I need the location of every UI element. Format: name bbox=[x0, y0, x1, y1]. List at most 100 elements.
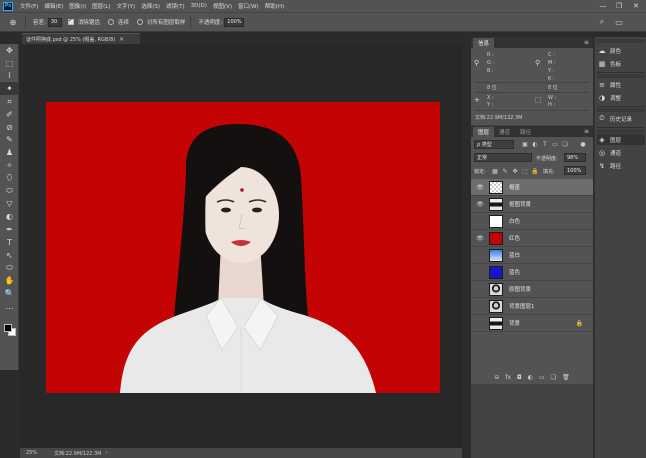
status-menu-icon[interactable]: › bbox=[105, 450, 107, 456]
tool-preset-icon[interactable]: ⊕ bbox=[4, 16, 22, 28]
healing-brush-tool-icon[interactable]: ⊘ bbox=[0, 121, 19, 134]
eye-hidden-icon[interactable] bbox=[474, 283, 486, 295]
eye-hidden-icon[interactable] bbox=[474, 215, 486, 227]
layer-row[interactable]: 👁 红色 bbox=[471, 230, 593, 247]
layer-opacity-input[interactable]: 98% bbox=[564, 153, 586, 162]
search-icon[interactable]: ⌕ bbox=[597, 17, 607, 27]
minimize-button[interactable]: — bbox=[596, 0, 610, 12]
clone-stamp-tool-icon[interactable]: ♟ bbox=[0, 146, 19, 159]
foreground-color-swatch[interactable] bbox=[4, 324, 12, 332]
filter-pixel-icon[interactable]: ▣ bbox=[521, 140, 529, 148]
add-mask-icon[interactable]: ◘ bbox=[517, 374, 522, 381]
move-tool-icon[interactable]: ✥ bbox=[0, 44, 19, 57]
dodge-tool-icon[interactable]: ◐ bbox=[0, 210, 19, 223]
eyedropper-cmyk-icon[interactable]: ⚲ bbox=[535, 59, 540, 67]
adjustment-layer-icon[interactable]: ◐ bbox=[528, 374, 533, 381]
eye-icon[interactable]: 👁 bbox=[474, 198, 486, 210]
panel-grip[interactable] bbox=[597, 74, 645, 78]
brush-tool-icon[interactable]: ✎ bbox=[0, 134, 19, 147]
close-window-button[interactable]: ✕ bbox=[629, 0, 643, 12]
layer-effects-icon[interactable]: fx bbox=[505, 374, 511, 381]
close-tab-icon[interactable]: ✕ bbox=[119, 36, 124, 43]
eyedropper-icon[interactable]: ⚲ bbox=[474, 59, 479, 67]
zoom-tool-icon[interactable]: 🔍 bbox=[0, 287, 19, 300]
filter-smart-icon[interactable]: ❏ bbox=[561, 140, 569, 148]
filter-type-icon[interactable]: T bbox=[541, 140, 549, 148]
layer-row[interactable]: 蓝色 bbox=[471, 264, 593, 281]
filter-toggle-icon[interactable]: ● bbox=[579, 140, 587, 148]
eye-icon[interactable]: 👁 bbox=[474, 232, 486, 244]
side-item-properties[interactable]: ≡ 属性 bbox=[597, 79, 645, 90]
new-group-icon[interactable]: ▭ bbox=[539, 374, 545, 381]
menu-image[interactable]: 图像(I) bbox=[66, 2, 89, 10]
hand-tool-icon[interactable]: ✋ bbox=[0, 274, 19, 287]
eyedropper-tool-icon[interactable]: ✐ bbox=[0, 108, 19, 121]
link-layers-icon[interactable]: ⊖ bbox=[494, 374, 499, 381]
lock-all-icon[interactable]: 🔒 bbox=[531, 167, 539, 175]
blur-tool-icon[interactable]: ▽ bbox=[0, 198, 19, 211]
menu-type[interactable]: 文字(Y) bbox=[114, 2, 139, 10]
layer-row[interactable]: 👁 抠图背景 bbox=[471, 196, 593, 213]
panel-menu-icon[interactable]: ≡ bbox=[584, 39, 589, 46]
eraser-tool-icon[interactable]: ⬯ bbox=[0, 172, 19, 185]
tab-info[interactable]: 信息 bbox=[473, 38, 495, 48]
pen-tool-icon[interactable]: ✒ bbox=[0, 223, 19, 236]
zoom-level[interactable]: 25% bbox=[26, 450, 54, 456]
layer-row[interactable]: 原图背景 bbox=[471, 281, 593, 298]
menu-file[interactable]: 文件(F) bbox=[17, 2, 41, 10]
side-item-paths[interactable]: ↯ 路径 bbox=[597, 160, 645, 171]
layer-row[interactable]: 背景 🔒 bbox=[471, 315, 593, 332]
filter-adjust-icon[interactable]: ◐ bbox=[531, 140, 539, 148]
side-item-history[interactable]: ⏲ 历史记录 bbox=[597, 113, 645, 124]
eye-hidden-icon[interactable] bbox=[474, 249, 486, 261]
lock-paint-icon[interactable]: ✎ bbox=[501, 167, 509, 175]
magic-wand-tool-icon[interactable]: ✦ bbox=[0, 82, 19, 96]
type-tool-icon[interactable]: T bbox=[0, 236, 19, 249]
eye-icon[interactable]: 👁 bbox=[474, 181, 486, 193]
lock-position-icon[interactable]: ✥ bbox=[511, 167, 519, 175]
panel-menu-icon[interactable]: ≡ bbox=[584, 128, 589, 135]
sample-all-checkbox[interactable] bbox=[136, 19, 143, 25]
eye-hidden-icon[interactable] bbox=[474, 266, 486, 278]
lasso-tool-icon[interactable]: ⌇ bbox=[0, 70, 19, 83]
more-tools-icon[interactable]: … bbox=[0, 300, 19, 313]
lock-artboard-icon[interactable]: ⬚ bbox=[521, 167, 529, 175]
new-layer-icon[interactable]: ❏ bbox=[551, 374, 556, 381]
tolerance-input[interactable]: 30 bbox=[47, 17, 62, 27]
menu-help[interactable]: 帮助(H) bbox=[262, 2, 287, 10]
side-item-adjustments[interactable]: ◑ 调整 bbox=[597, 92, 645, 103]
layer-row[interactable]: 👁 帽盖 bbox=[471, 179, 593, 196]
workspace-icon[interactable]: ▭ bbox=[614, 17, 624, 27]
opacity-input[interactable]: 100% bbox=[224, 17, 245, 27]
marquee-tool-icon[interactable]: ⬚ bbox=[0, 57, 19, 70]
menu-filter[interactable]: 滤镜(T) bbox=[163, 2, 188, 10]
filter-shape-icon[interactable]: ▭ bbox=[551, 140, 559, 148]
menu-3d[interactable]: 3D(D) bbox=[188, 3, 210, 9]
side-item-channels[interactable]: ◎ 通道 bbox=[597, 147, 645, 158]
layer-filter-select[interactable]: ρ 类型 bbox=[474, 140, 514, 149]
blend-mode-select[interactable]: 正常 bbox=[474, 153, 532, 162]
panel-grip[interactable] bbox=[597, 108, 645, 112]
menu-view[interactable]: 视图(V) bbox=[210, 2, 235, 10]
tab-paths[interactable]: 路径 bbox=[515, 127, 536, 137]
menu-layer[interactable]: 图层(L) bbox=[89, 2, 113, 10]
antialias-checkbox[interactable] bbox=[67, 17, 74, 25]
eye-hidden-icon[interactable] bbox=[474, 300, 486, 312]
history-brush-tool-icon[interactable]: ✧ bbox=[0, 159, 19, 172]
side-item-swatches[interactable]: ▦ 色板 bbox=[597, 58, 645, 69]
menu-select[interactable]: 选择(S) bbox=[138, 2, 163, 10]
side-item-color[interactable]: ☁ 颜色 bbox=[597, 45, 645, 56]
menu-window[interactable]: 窗口(W) bbox=[235, 2, 262, 10]
fill-input[interactable]: 100% bbox=[564, 166, 586, 175]
path-selection-tool-icon[interactable]: ↖ bbox=[0, 249, 19, 262]
lock-transparent-icon[interactable]: ▦ bbox=[491, 167, 499, 175]
delete-layer-icon[interactable]: 🗑 bbox=[562, 374, 570, 381]
menu-edit[interactable]: 编辑(E) bbox=[41, 2, 66, 10]
shape-tool-icon[interactable]: ⬭ bbox=[0, 262, 19, 275]
layer-row[interactable]: 白色 bbox=[471, 213, 593, 230]
side-item-layers[interactable]: ◈ 图层 bbox=[597, 134, 645, 145]
document-tab[interactable]: 证件照换底.psd @ 25% (帽盖, RGB/8) ✕ bbox=[22, 33, 140, 44]
restore-button[interactable]: ❐ bbox=[612, 0, 626, 12]
panel-grip[interactable] bbox=[597, 39, 645, 43]
crop-tool-icon[interactable]: ⌗ bbox=[0, 95, 19, 108]
